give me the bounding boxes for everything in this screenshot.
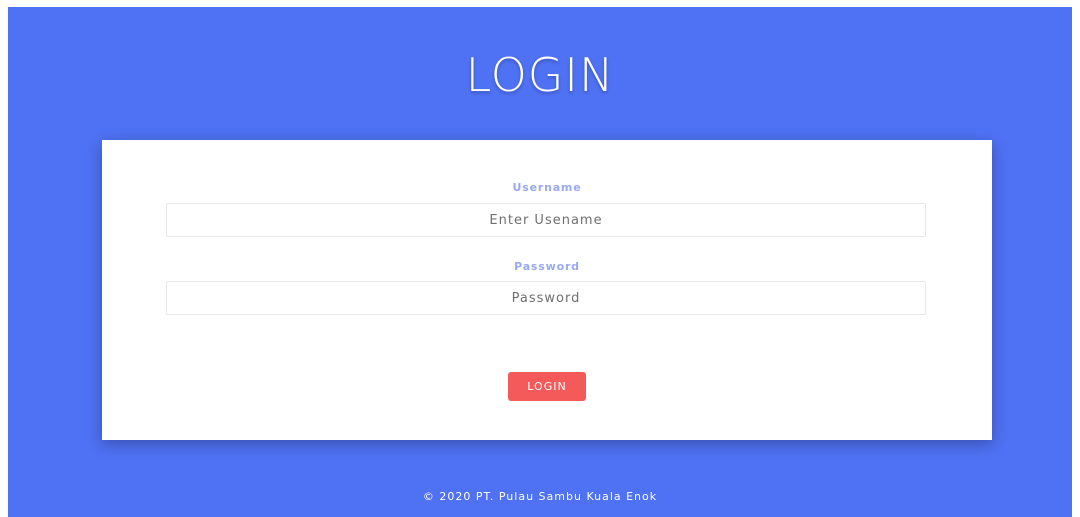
login-button[interactable]: LOGIN: [508, 372, 586, 401]
username-input[interactable]: [166, 203, 926, 237]
login-card: Username Password LOGIN: [102, 140, 992, 440]
username-label: Username: [512, 181, 582, 194]
footer-copyright: © 2020 PT. Pulau Sambu Kuala Enok: [422, 490, 658, 503]
password-label: Password: [514, 260, 580, 273]
page-title: LOGIN: [465, 48, 615, 102]
password-input[interactable]: [166, 281, 926, 315]
page-background: LOGIN Username Password LOGIN © 2020 PT.…: [8, 7, 1072, 517]
